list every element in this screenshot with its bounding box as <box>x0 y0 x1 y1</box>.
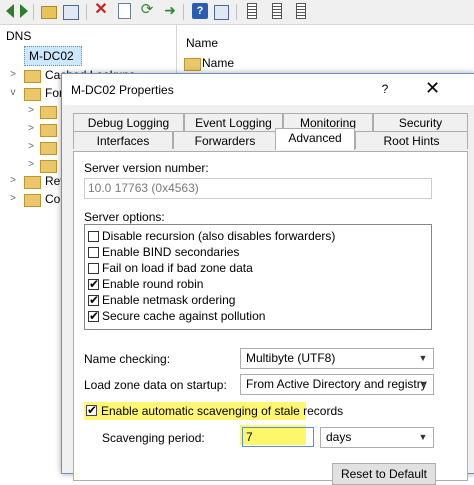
scavenging-unit-select[interactable]: days ▼ <box>320 427 434 448</box>
load-zone-label: Load zone data on startup: <box>84 378 227 392</box>
toolbar-separator <box>183 4 184 20</box>
folder-icon <box>24 194 41 207</box>
server-options-label: Server options: <box>84 210 165 224</box>
checkmark-icon: ✔ <box>89 293 100 307</box>
option-checkbox-checked[interactable]: ✔ <box>88 293 100 307</box>
server-label: M-DC02 <box>29 49 74 63</box>
chevron-right-icon[interactable]: > <box>26 156 36 174</box>
export-list-icon[interactable]: ➜ <box>162 2 178 18</box>
scavenging-period-label: Scavenging period: <box>102 431 205 445</box>
properties-icon[interactable] <box>118 3 131 19</box>
tab-forwarders[interactable]: Forwarders <box>173 131 277 149</box>
option-checkbox-checked[interactable]: ✔ <box>88 277 100 291</box>
chevron-down-icon: ▼ <box>418 432 428 442</box>
option-checkbox[interactable] <box>88 247 99 258</box>
tab-event-logging[interactable]: Event Logging <box>184 113 283 131</box>
option-checkbox-checked[interactable]: ✔ <box>88 309 100 323</box>
list-item[interactable]: Name <box>202 56 234 70</box>
chevron-right-icon[interactable]: > <box>8 172 18 190</box>
tab-root-hints[interactable]: Root Hints <box>355 131 468 149</box>
tab-interfaces[interactable]: Interfaces <box>73 131 173 149</box>
scavenging-checkbox-label: Enable automatic scavenging of stale rec… <box>101 404 344 418</box>
tab-advanced[interactable]: Advanced <box>275 128 355 150</box>
folder-icon <box>184 58 201 71</box>
scavenging-unit-value: days <box>326 430 352 444</box>
tab-security[interactable]: Security <box>373 113 468 131</box>
record-list-icon[interactable] <box>272 3 282 19</box>
name-checking-select[interactable]: Multibyte (UTF8) ▼ <box>240 348 434 369</box>
tree-root-dns[interactable]: DNS <box>6 29 31 43</box>
checkmark-icon: ✔ <box>89 309 100 323</box>
chevron-right-icon[interactable]: > <box>26 102 36 120</box>
option-label: Enable netmask ordering <box>102 293 236 307</box>
load-zone-select[interactable]: From Active Directory and registry ▼ <box>240 374 434 395</box>
zone-folder-icon <box>40 124 57 137</box>
scavenging-period-input[interactable]: 7 <box>242 427 314 447</box>
zone-folder-icon <box>40 142 57 155</box>
toolbar-separator <box>33 4 34 20</box>
chevron-down-icon: ▼ <box>418 353 428 363</box>
chevron-down-icon: ▼ <box>418 379 428 389</box>
dialog-titlebar[interactable]: M-DC02 Properties ? ✕ <box>62 74 474 105</box>
toolbar-separator <box>236 4 237 20</box>
folder-icon <box>24 88 41 101</box>
help-icon[interactable]: ? <box>192 3 208 19</box>
load-zone-value: From Active Directory and registry <box>246 377 427 391</box>
back-arrow-icon[interactable] <box>6 4 14 18</box>
forward-arrow-icon[interactable] <box>20 4 28 18</box>
server-options-list[interactable]: Disable recursion (also disables forward… <box>84 224 432 330</box>
toolbar-separator <box>86 4 87 20</box>
record-list-icon[interactable] <box>296 3 306 19</box>
dialog-title: M-DC02 Properties <box>71 83 174 97</box>
option-label: Fail on load if bad zone data <box>102 261 253 275</box>
option-label: Enable BIND secondaries <box>102 245 240 259</box>
chevron-down-icon[interactable]: v <box>8 84 18 102</box>
column-header-name[interactable]: Name <box>186 36 218 50</box>
toolbar: ✕ ⟳ ➜ ? <box>0 0 474 25</box>
chevron-right-icon[interactable]: > <box>8 66 18 84</box>
scavenging-checkbox[interactable]: ✔ <box>86 403 98 417</box>
chevron-right-icon[interactable]: > <box>26 138 36 156</box>
properties-dialog: M-DC02 Properties ? ✕ Debug Logging Even… <box>61 73 474 485</box>
delete-icon[interactable]: ✕ <box>93 2 109 18</box>
option-checkbox[interactable] <box>88 263 99 274</box>
folder-icon <box>24 70 41 83</box>
name-checking-label: Name checking: <box>84 352 171 366</box>
server-version-field[interactable]: 10.0 17763 (0x4563) <box>84 178 432 199</box>
close-button[interactable]: ✕ <box>425 79 440 97</box>
option-checkbox[interactable] <box>88 231 99 242</box>
folder-icon <box>24 176 41 189</box>
reset-to-default-button[interactable]: Reset to Default <box>332 463 436 485</box>
checkmark-icon: ✔ <box>89 277 100 291</box>
record-list-icon[interactable] <box>247 3 257 19</box>
zone-folder-icon <box>40 106 57 119</box>
option-label: Disable recursion (also disables forward… <box>102 229 336 243</box>
tree-item-server[interactable]: M-DC02 <box>24 46 82 66</box>
option-label: Secure cache against pollution <box>102 309 266 323</box>
option-label: Enable round robin <box>102 277 204 291</box>
server-version-value: 10.0 17763 (0x4563) <box>88 181 199 195</box>
refresh-icon[interactable]: ⟳ <box>139 2 155 18</box>
folder-up-icon[interactable] <box>41 6 57 19</box>
checkmark-icon: ✔ <box>87 403 98 417</box>
help-topics-icon[interactable] <box>214 5 229 20</box>
tab-debug-logging[interactable]: Debug Logging <box>73 113 184 131</box>
scavenging-period-value: 7 <box>246 430 253 444</box>
chevron-right-icon[interactable]: > <box>26 120 36 138</box>
show-hide-tree-icon[interactable] <box>63 5 79 20</box>
server-version-label: Server version number: <box>84 161 209 175</box>
name-checking-value: Multibyte (UTF8) <box>246 351 336 365</box>
chevron-right-icon[interactable]: > <box>8 190 18 208</box>
help-button[interactable]: ? <box>378 82 392 96</box>
